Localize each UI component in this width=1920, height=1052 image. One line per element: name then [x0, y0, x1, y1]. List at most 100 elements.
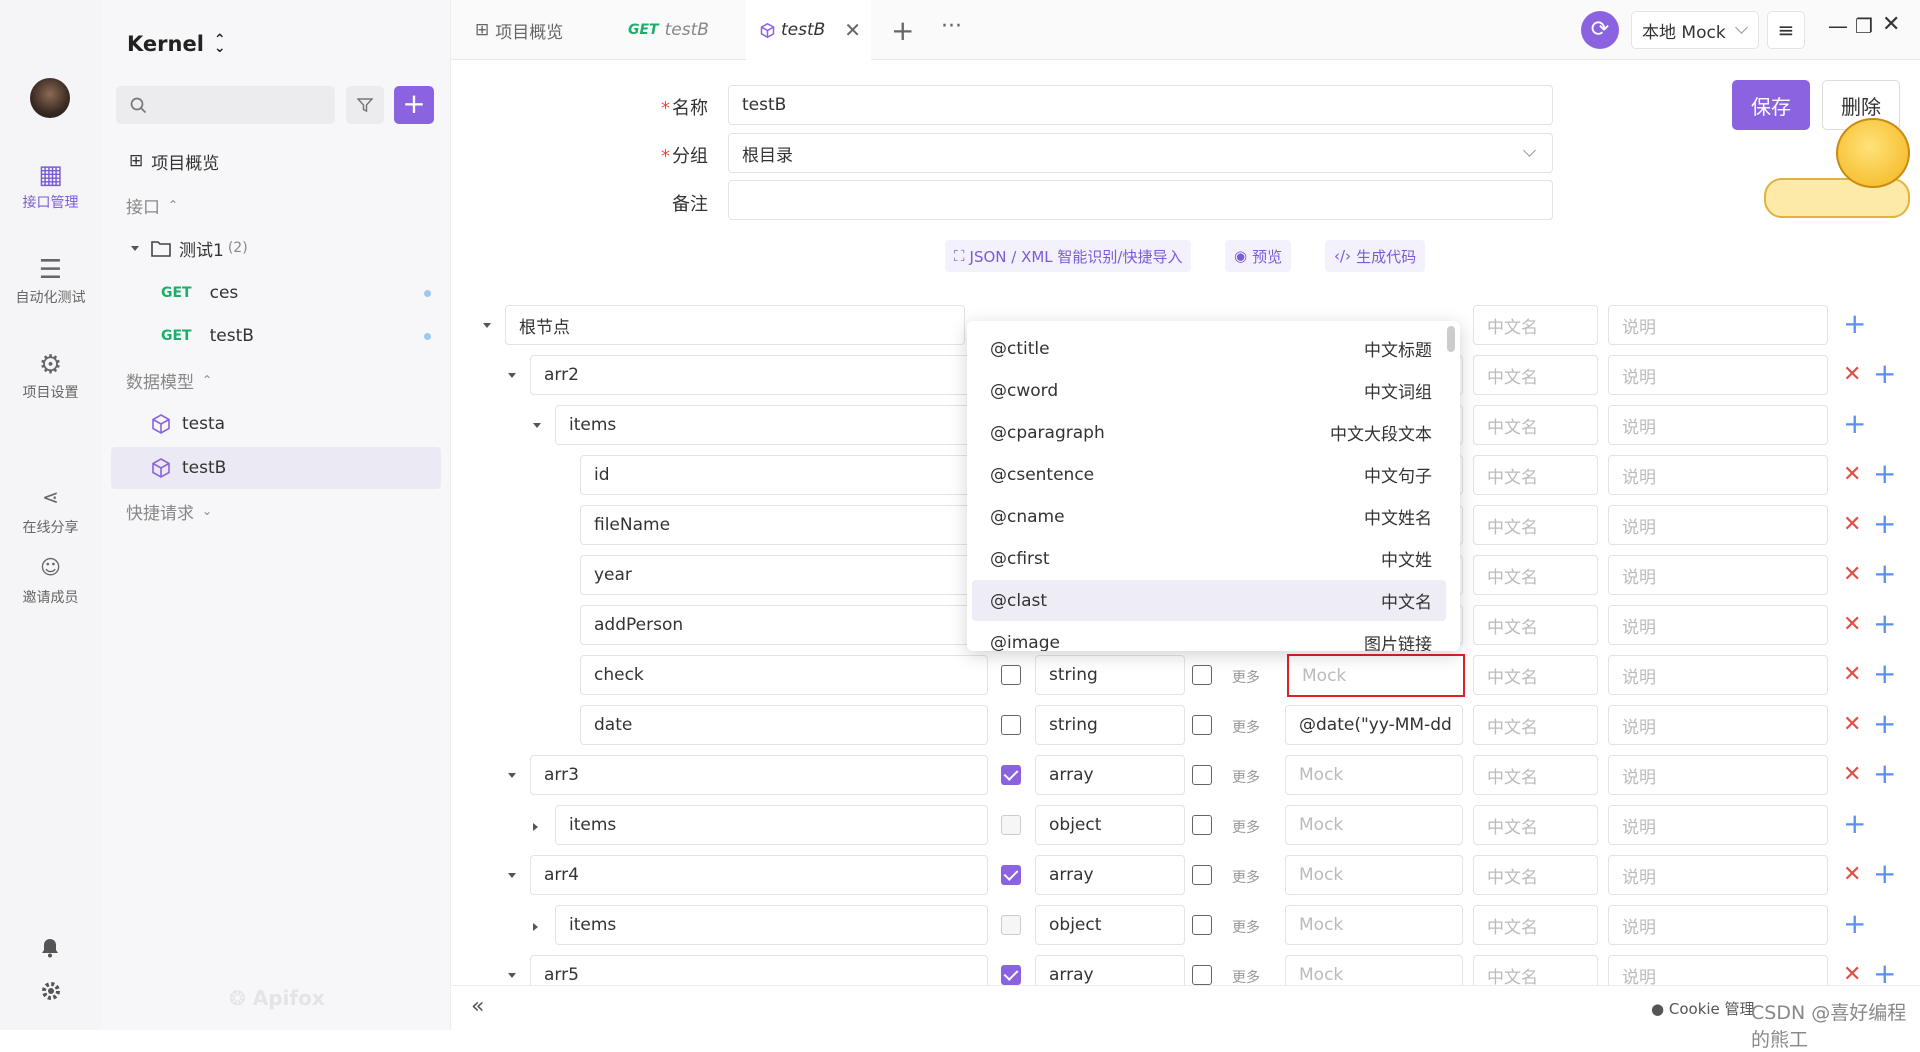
field-name-input[interactable]: addPerson: [580, 605, 988, 645]
more-options-link[interactable]: 更多: [1232, 667, 1260, 687]
add-field-icon[interactable]: +: [1843, 310, 1866, 338]
model-item[interactable]: testa: [111, 403, 441, 445]
more-options-link[interactable]: 更多: [1232, 767, 1260, 787]
dropdown-scrollbar[interactable]: [1447, 326, 1455, 352]
group-select[interactable]: 根目录: [728, 133, 1553, 173]
nullable-checkbox[interactable]: [1192, 765, 1212, 785]
more-options-link[interactable]: 更多: [1232, 867, 1260, 887]
add-field-icon[interactable]: +: [1843, 910, 1866, 938]
more-options-link[interactable]: 更多: [1232, 917, 1260, 937]
field-name-input[interactable]: items: [555, 905, 988, 945]
env-select[interactable]: 本地 Mock: [1631, 11, 1759, 49]
more-options-link[interactable]: 更多: [1232, 967, 1260, 987]
nullable-checkbox[interactable]: [1192, 815, 1212, 835]
field-name-input[interactable]: items: [555, 405, 988, 445]
close-tab-icon[interactable]: ✕: [844, 18, 861, 42]
field-name-input[interactable]: arr2: [530, 355, 988, 395]
add-field-icon[interactable]: +: [1873, 660, 1896, 688]
type-select[interactable]: string: [1035, 705, 1185, 745]
delete-field-icon[interactable]: ✕: [1843, 764, 1861, 786]
sync-button[interactable]: ⟳: [1581, 11, 1619, 49]
required-checkbox[interactable]: [1001, 865, 1021, 885]
expand-caret-icon[interactable]: [508, 873, 516, 878]
field-name-input[interactable]: arr4: [530, 855, 988, 895]
chinese-name-input[interactable]: 中文名: [1473, 455, 1598, 495]
chinese-name-input[interactable]: 中文名: [1473, 905, 1598, 945]
name-input[interactable]: testB: [728, 85, 1553, 125]
filter-button[interactable]: [346, 86, 384, 124]
chinese-name-input[interactable]: 中文名: [1473, 555, 1598, 595]
nullable-checkbox[interactable]: [1192, 965, 1212, 985]
project-overview-item[interactable]: ⊞ 项目概览: [111, 140, 441, 182]
chinese-name-input[interactable]: 中文名: [1473, 855, 1598, 895]
mock-input[interactable]: Mock: [1285, 755, 1463, 795]
description-input[interactable]: 说明: [1608, 355, 1828, 395]
mock-input[interactable]: Mock: [1287, 654, 1465, 697]
delete-field-icon[interactable]: ✕: [1843, 714, 1861, 736]
add-field-icon[interactable]: +: [1873, 510, 1896, 538]
required-checkbox[interactable]: [1001, 915, 1021, 935]
nullable-checkbox[interactable]: [1192, 665, 1212, 685]
expand-caret-icon[interactable]: [508, 973, 516, 978]
description-input[interactable]: 说明: [1608, 905, 1828, 945]
cookie-manager-link[interactable]: ● Cookie 管理: [1651, 998, 1755, 1019]
delete-field-icon[interactable]: ✕: [1843, 564, 1861, 586]
tab-project-overview[interactable]: ⊞ 项目概览: [451, 0, 606, 60]
chinese-name-input[interactable]: 中文名: [1473, 755, 1598, 795]
expand-caret-icon[interactable]: [508, 773, 516, 778]
nav-item-automation-test[interactable]: ☰ 自动化测试: [0, 255, 101, 307]
description-input[interactable]: 说明: [1608, 305, 1828, 345]
api-item[interactable]: GET testB: [111, 315, 441, 357]
field-name-input[interactable]: fileName: [580, 505, 988, 545]
nav-item-invite-member[interactable]: ☺ 邀请成员: [0, 555, 101, 607]
add-field-icon[interactable]: +: [1873, 860, 1896, 888]
chinese-name-input[interactable]: 中文名: [1473, 705, 1598, 745]
settings-gear-icon[interactable]: [40, 980, 62, 1002]
field-name-input[interactable]: year: [580, 555, 988, 595]
search-input[interactable]: [116, 86, 335, 124]
mock-option[interactable]: @image 图片链接: [972, 622, 1446, 652]
required-checkbox[interactable]: [1001, 715, 1021, 735]
mock-input[interactable]: Mock: [1285, 805, 1463, 845]
required-checkbox[interactable]: [1001, 765, 1021, 785]
description-input[interactable]: 说明: [1608, 455, 1828, 495]
field-name-input[interactable]: id: [580, 455, 988, 495]
add-field-icon[interactable]: +: [1873, 760, 1896, 788]
section-models[interactable]: 数据模型 ⌃: [111, 359, 441, 401]
json-xml-import-button[interactable]: ⛶ JSON / XML 智能识别/快捷导入: [945, 240, 1192, 272]
description-input[interactable]: 说明: [1608, 555, 1828, 595]
required-checkbox[interactable]: [1001, 965, 1021, 985]
type-select[interactable]: array: [1035, 855, 1185, 895]
delete-field-icon[interactable]: ✕: [1843, 614, 1861, 636]
delete-field-icon[interactable]: ✕: [1843, 464, 1861, 486]
model-item-selected[interactable]: testB: [111, 447, 441, 489]
expand-caret-icon[interactable]: [533, 923, 538, 931]
chinese-name-input[interactable]: 中文名: [1473, 405, 1598, 445]
minimize-icon[interactable]: —: [1828, 14, 1848, 38]
description-input[interactable]: 说明: [1608, 655, 1828, 695]
chinese-name-input[interactable]: 中文名: [1473, 605, 1598, 645]
more-options-link[interactable]: 更多: [1232, 717, 1260, 737]
mock-input[interactable]: @date("yy-MM-dd: [1285, 705, 1463, 745]
generate-code-button[interactable]: ‹/› 生成代码: [1325, 240, 1426, 272]
mock-option[interactable]: @ctitle 中文标题: [972, 328, 1446, 369]
type-select[interactable]: string: [1035, 655, 1185, 695]
nullable-checkbox[interactable]: [1192, 715, 1212, 735]
collapse-sidebar-icon[interactable]: «: [471, 994, 484, 1019]
description-input[interactable]: 说明: [1608, 505, 1828, 545]
field-name-input[interactable]: date: [580, 705, 988, 745]
field-name-input[interactable]: check: [580, 655, 988, 695]
mock-input[interactable]: Mock: [1285, 855, 1463, 895]
close-window-icon[interactable]: ✕: [1882, 12, 1900, 37]
new-tab-plus-icon[interactable]: +: [891, 14, 914, 47]
required-checkbox[interactable]: [1001, 665, 1021, 685]
add-button[interactable]: +: [394, 86, 434, 124]
api-item[interactable]: GET ces: [111, 272, 441, 314]
user-avatar[interactable]: [30, 78, 70, 118]
mock-option[interactable]: @cparagraph 中文大段文本: [972, 412, 1446, 453]
chinese-name-input[interactable]: 中文名: [1473, 805, 1598, 845]
delete-field-icon[interactable]: ✕: [1843, 664, 1861, 686]
add-field-icon[interactable]: +: [1873, 960, 1896, 988]
nav-item-api-management[interactable]: ▦ 接口管理: [0, 160, 101, 212]
chinese-name-input[interactable]: 中文名: [1473, 305, 1598, 345]
